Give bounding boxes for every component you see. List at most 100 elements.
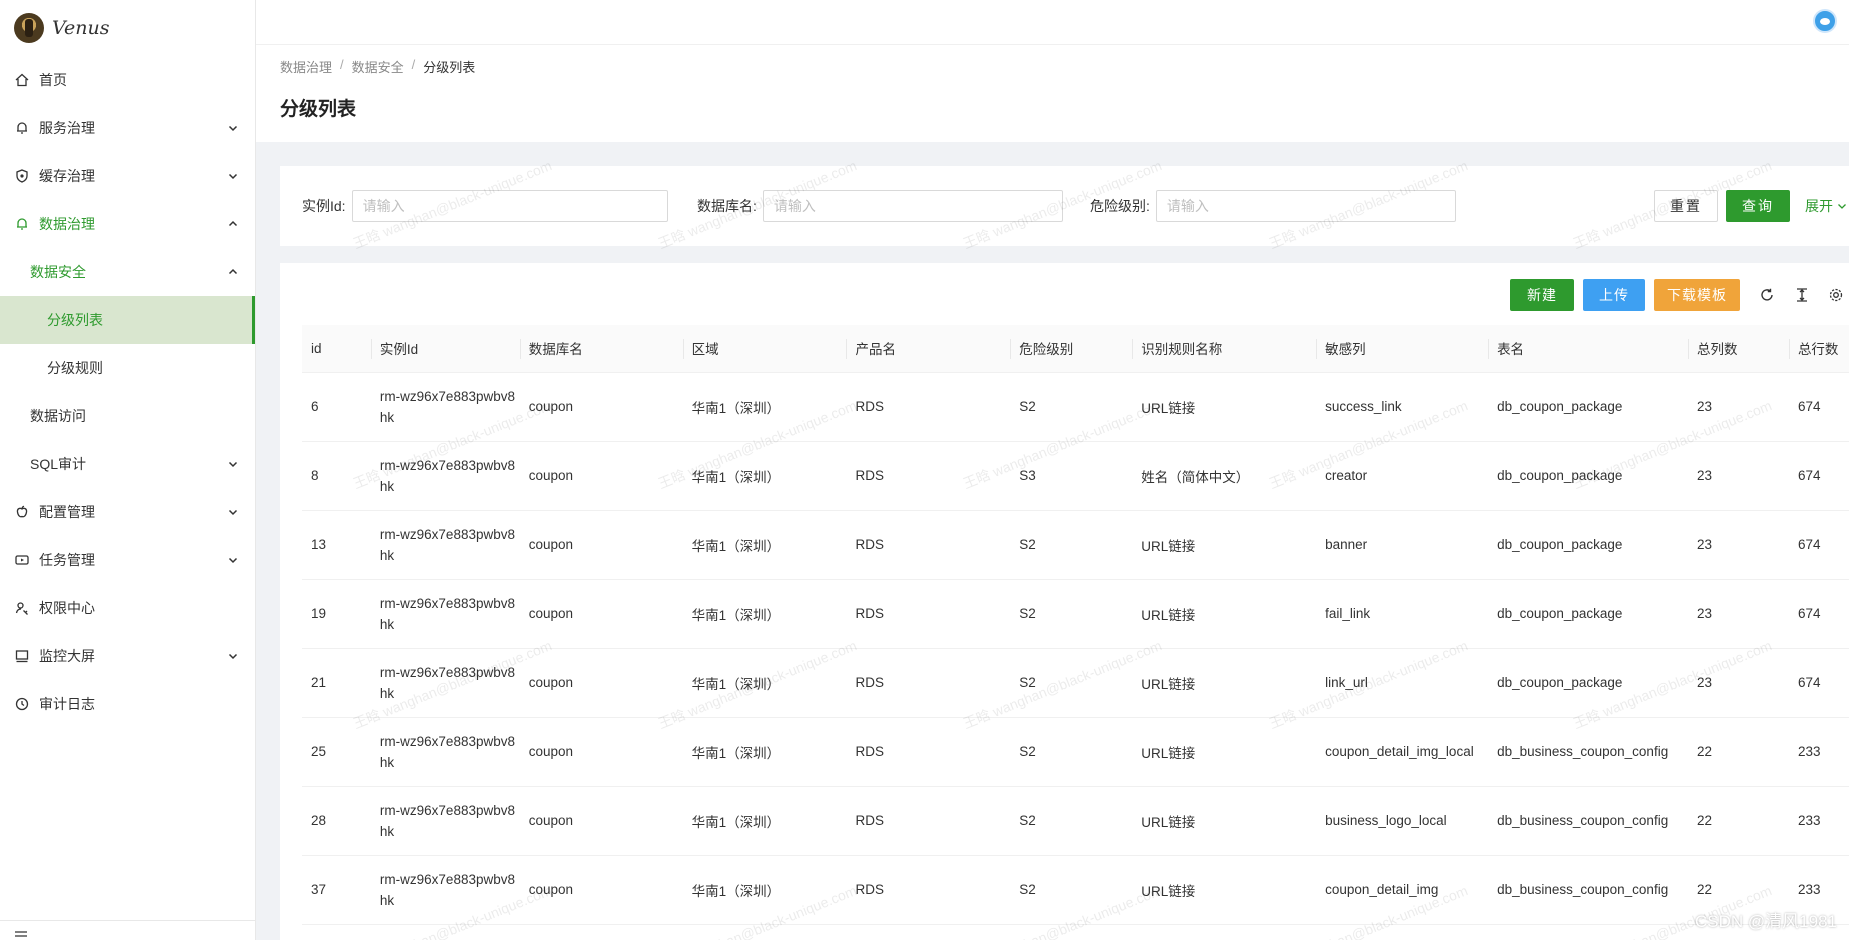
table-cell: 13	[302, 510, 371, 580]
table-cell: rm-wz96x7e883pwbv8hk	[370, 441, 520, 511]
breadcrumb-item-data-governance[interactable]: 数据治理	[280, 57, 332, 76]
sidebar-item-classification-list[interactable]: 分级列表	[0, 296, 255, 344]
chevron-up-icon	[227, 266, 239, 278]
database-name-field: 数据库名:	[697, 190, 1063, 222]
table-row[interactable]: 13 rm-wz96x7e883pwbv8hk coupon 华南1（深圳） RDS S2…	[302, 510, 1849, 580]
chevron-down-icon	[1837, 198, 1847, 214]
sidebar-item-permission-center[interactable]: 权限中心	[0, 584, 255, 632]
table-cell: S2	[1010, 579, 1133, 649]
table-cell: 23	[1688, 648, 1789, 718]
sidebar-item-audit-log[interactable]: 审计日志	[0, 680, 255, 728]
table-cell: 21	[302, 648, 371, 718]
risk-level-input[interactable]	[1155, 190, 1456, 222]
database-name-input[interactable]	[762, 190, 1063, 222]
query-button[interactable]: 查询	[1726, 190, 1790, 222]
shield-icon	[14, 168, 30, 184]
table-cell: rm-wz96x7e883pwbv8hk	[370, 579, 520, 649]
table-row[interactable]: 37 rm-wz96x7e883pwbv8hk coupon 华南1（深圳） RDS S2…	[302, 855, 1849, 925]
top-bar	[256, 0, 1849, 45]
menu-fold-icon	[14, 927, 28, 940]
table-cell: rm-wz96x7e883pwbv8hk	[370, 855, 520, 925]
page-title: 分级列表	[280, 99, 357, 120]
table-cell: coupon	[519, 579, 683, 649]
table-cell: rm-wz96x7e883pwbv8hk	[370, 786, 520, 856]
sidebar-item-task-management[interactable]: 任务管理	[0, 536, 255, 584]
table-cell: rm-wz96x7e883pwbv8hk	[370, 717, 520, 787]
table-cell: 23	[1688, 579, 1789, 649]
table-row[interactable]: 28 rm-wz96x7e883pwbv8hk coupon 华南1（深圳） RDS S2…	[302, 786, 1849, 856]
sidebar-item-data-governance[interactable]: 数据治理	[0, 200, 255, 248]
table-cell: coupon	[519, 855, 683, 925]
upload-button[interactable]: 上传	[1583, 279, 1645, 311]
table-cell: URL链接	[1132, 372, 1317, 442]
instance-id-input[interactable]	[351, 190, 668, 222]
reset-button[interactable]: 重置	[1654, 190, 1718, 222]
new-button[interactable]: 新建	[1510, 279, 1574, 311]
table-row[interactable]: 19 rm-wz96x7e883pwbv8hk coupon 华南1（深圳） RDS S2…	[302, 579, 1849, 649]
table-cell: RDS	[846, 648, 1011, 718]
table-cell: coupon	[519, 510, 683, 580]
table-row[interactable]: 21 rm-wz96x7e883pwbv8hk coupon 华南1（深圳） RDS S2…	[302, 648, 1849, 718]
breadcrumb-item-data-security[interactable]: 数据安全	[352, 57, 404, 76]
table-cell: coupon	[519, 372, 683, 442]
breadcrumb-separator: /	[340, 57, 344, 72]
column-header: 总列数	[1688, 325, 1789, 373]
table-cell: RDS	[846, 786, 1011, 856]
sidebar-item-home[interactable]: 首页	[0, 56, 255, 104]
sidebar-item-data-access[interactable]: 数据访问	[0, 392, 255, 440]
table-cell: 华南1（深圳）	[682, 855, 847, 925]
table-cell: 华南1（深圳）	[682, 717, 847, 787]
table-cell: 华南1（深圳）	[682, 579, 847, 649]
table-cell: 674	[1788, 441, 1849, 511]
sidebar-item-classification-rules[interactable]: 分级规则	[0, 344, 255, 392]
avatar[interactable]	[1813, 9, 1837, 33]
table-cell: S3	[1010, 441, 1133, 511]
chevron-down-icon	[227, 122, 239, 134]
classification-table: id 实例Id 数据库名 区域 产品名 危险级别 识别规则名称 敏感列 表名 总列数 总行数 6 rm…	[302, 325, 1849, 925]
sidebar-item-sql-audit[interactable]: SQL审计	[0, 440, 255, 488]
monitor-icon	[14, 648, 30, 664]
table-cell: S2	[1010, 786, 1133, 856]
table-cell: success_link	[1316, 372, 1489, 442]
table-cell: rm-wz96x7e883pwbv8hk	[370, 372, 520, 442]
sidebar-item-cache-governance[interactable]: 缓存治理	[0, 152, 255, 200]
sidebar-item-data-security[interactable]: 数据安全	[0, 248, 255, 296]
table-cell: rm-wz96x7e883pwbv8hk	[370, 510, 520, 580]
logo-icon	[14, 13, 44, 43]
table-row[interactable]: 6 rm-wz96x7e883pwbv8hk coupon 华南1（深圳） RDS S2 U…	[302, 372, 1849, 442]
apple-icon	[14, 504, 30, 520]
page-header: 数据治理 / 数据安全 / 分级列表 分级列表	[256, 45, 1849, 142]
table-cell: URL链接	[1132, 648, 1317, 718]
table-cell: banner	[1316, 510, 1489, 580]
table-cell: 6	[302, 372, 371, 442]
column-header: 实例Id	[370, 325, 520, 373]
table-cell: 华南1（深圳）	[682, 372, 847, 442]
table-cell: 23	[1688, 441, 1789, 511]
csdn-credit: CSDN @清风1981	[1695, 912, 1837, 931]
logo[interactable]: Venus	[0, 0, 255, 56]
sidebar-item-monitoring-screen[interactable]: 监控大屏	[0, 632, 255, 680]
table-cell: 37	[302, 855, 371, 925]
gear-icon[interactable]	[1827, 286, 1845, 304]
chevron-down-icon	[227, 650, 239, 662]
table-cell: S2	[1010, 648, 1133, 718]
collapse-sidebar-button[interactable]	[0, 920, 255, 940]
column-height-icon[interactable]	[1793, 286, 1811, 304]
table-header-row: id 实例Id 数据库名 区域 产品名 危险级别 识别规则名称 敏感列 表名 总列数 总行数	[302, 325, 1849, 373]
table-cell: S2	[1010, 717, 1133, 787]
table-cell: 233	[1788, 717, 1849, 787]
expand-label: 展开	[1805, 198, 1833, 214]
sidebar-item-config-management[interactable]: 配置管理	[0, 488, 255, 536]
table-row[interactable]: 25 rm-wz96x7e883pwbv8hk coupon 华南1（深圳） RDS S2…	[302, 717, 1849, 787]
table-cell: link_url	[1316, 648, 1489, 718]
download-template-button[interactable]: 下载模板	[1654, 279, 1740, 311]
table-cell: db_coupon_package	[1488, 372, 1689, 442]
table-cell: rm-wz96x7e883pwbv8hk	[370, 648, 520, 718]
table-cell: URL链接	[1132, 786, 1317, 856]
table-cell: 22	[1688, 786, 1789, 856]
reload-icon[interactable]	[1758, 286, 1776, 304]
sidebar-item-service-governance[interactable]: 服务治理	[0, 104, 255, 152]
expand-link[interactable]: 展开	[1805, 196, 1847, 216]
table-row[interactable]: 8 rm-wz96x7e883pwbv8hk coupon 华南1（深圳） RDS S3 姓…	[302, 441, 1849, 511]
table-cell: 华南1（深圳）	[682, 441, 847, 511]
